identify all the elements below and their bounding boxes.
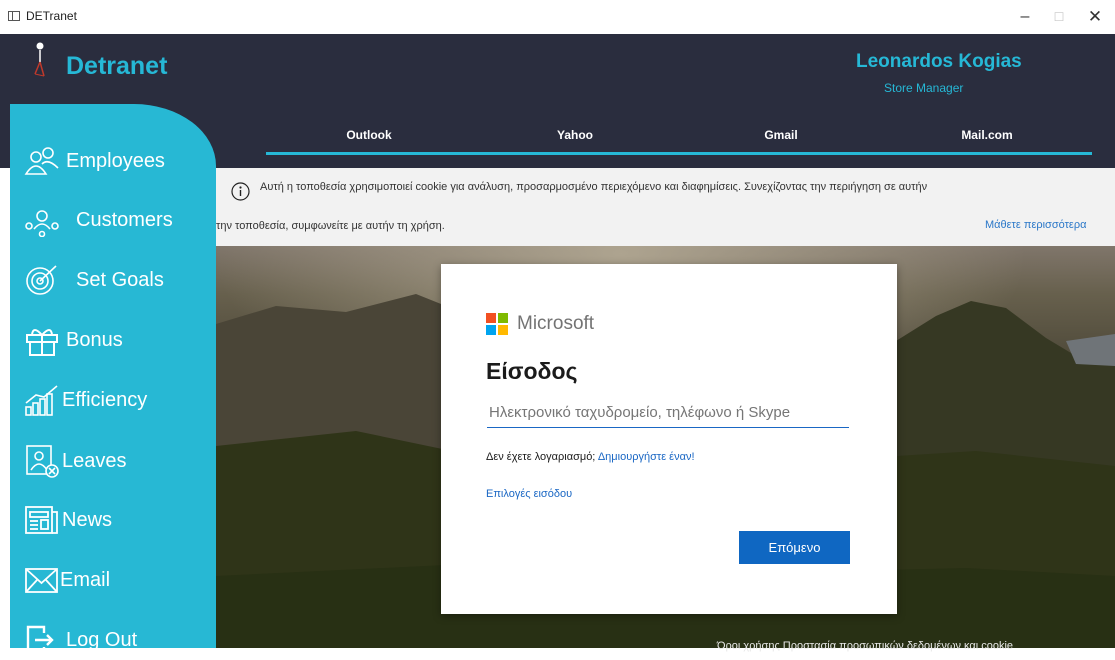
signin-options-link[interactable]: Επιλογές εισόδου	[486, 488, 572, 500]
email-input[interactable]	[487, 398, 849, 428]
signin-dialog: Microsoft Είσοδος Δεν έχετε λογαριασμό; …	[441, 264, 897, 614]
learn-more-link[interactable]: Μάθετε περισσότερα	[985, 219, 1086, 231]
tab-mail-com[interactable]: Mail.com	[884, 128, 1090, 142]
sidebar-item-label: Set Goals	[76, 268, 164, 291]
create-account-link[interactable]: Δημιουργήστε έναν!	[598, 451, 695, 463]
logout-icon	[26, 625, 54, 655]
user-name: Leonardos Kogias	[856, 51, 1022, 72]
tab-yahoo[interactable]: Yahoo	[472, 128, 678, 142]
sidebar-item-set-goals[interactable]: Set Goals	[24, 260, 164, 300]
user-role: Store Manager	[884, 81, 964, 95]
sidebar-item-customers[interactable]: Customers	[24, 200, 173, 240]
leaves-icon	[26, 445, 59, 478]
target-icon	[26, 265, 57, 295]
newspaper-icon	[25, 506, 58, 534]
sidebar-item-label: Leaves	[62, 449, 127, 472]
chart-icon	[25, 385, 58, 416]
sidebar-item-label: Customers	[76, 208, 173, 231]
cookie-text-line1: Αυτή η τοποθεσία χρησιμοποιεί cookie για…	[260, 181, 928, 193]
close-button[interactable]: ✕	[1080, 5, 1110, 29]
footer-links[interactable]: Όροι χρήσης Προστασία προσωπικών δεδομέν…	[717, 640, 1013, 652]
cookie-text-line2: την τοποθεσία, συμφωνείτε με αυτήν τη χρ…	[216, 220, 445, 232]
no-account-label: Δεν έχετε λογαριασμό;	[486, 451, 596, 463]
customers-icon	[25, 210, 59, 237]
brand-logo-icon	[34, 42, 45, 77]
email-provider-tabs: Outlook Yahoo Gmail Mail.com	[266, 128, 1092, 158]
people-icon	[24, 147, 59, 175]
signin-title: Είσοδος	[486, 358, 578, 384]
sidebar-item-leaves[interactable]: Leaves	[24, 441, 127, 481]
maximize-button[interactable]: ☐	[1044, 5, 1074, 29]
next-button[interactable]: Επόμενο	[739, 531, 850, 564]
sidebar-item-label: Employees	[66, 149, 165, 172]
sidebar-item-bonus[interactable]: Bonus	[24, 320, 123, 360]
sidebar-item-label: Email	[60, 568, 111, 591]
microsoft-logo-icon	[486, 313, 508, 335]
sidebar-item-employees[interactable]: Employees	[24, 141, 165, 181]
sidebar-item-email[interactable]: Email	[24, 560, 110, 600]
sidebar-item-log-out[interactable]: Log Out	[24, 620, 137, 660]
tabs-underline	[266, 152, 1092, 155]
brand-name: Detranet	[66, 52, 168, 80]
sidebar-item-label: Bonus	[66, 328, 123, 351]
gift-icon	[26, 329, 58, 356]
sidebar-item-news[interactable]: News	[24, 500, 112, 540]
info-icon	[231, 182, 250, 201]
window-titlebar: DETranet – ☐ ✕	[0, 0, 1115, 34]
tab-gmail[interactable]: Gmail	[678, 128, 884, 142]
envelope-icon	[25, 568, 58, 593]
sidebar-item-label: Log Out	[66, 628, 138, 651]
sidebar: Employees Customers Set Goals Bonus Effi…	[10, 104, 216, 655]
window-title: DETranet	[26, 9, 77, 23]
minimize-button[interactable]: –	[1010, 5, 1040, 29]
sidebar-item-efficiency[interactable]: Efficiency	[24, 380, 147, 420]
sidebar-item-label: Efficiency	[62, 388, 148, 411]
app-window-icon	[8, 11, 20, 21]
cookie-notice: Αυτή η τοποθεσία χρησιμοποιεί cookie για…	[216, 168, 1115, 246]
no-account-text: Δεν έχετε λογαριασμό; Δημιουργήστε έναν!	[486, 451, 695, 463]
tab-outlook[interactable]: Outlook	[266, 128, 472, 142]
microsoft-brand-name: Microsoft	[517, 313, 595, 334]
sidebar-item-label: News	[62, 508, 113, 531]
